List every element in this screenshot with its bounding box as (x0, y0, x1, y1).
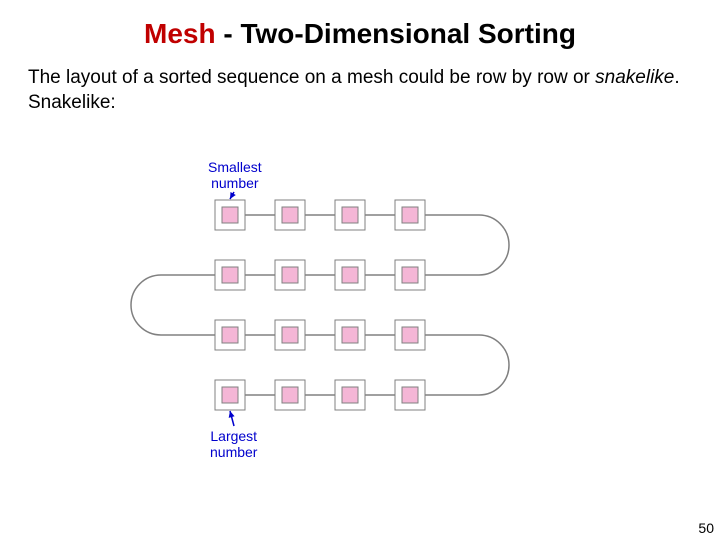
mesh-node-core (402, 207, 418, 223)
slide-body-text: The layout of a sorted sequence on a mes… (0, 50, 720, 115)
slide-title: Mesh - Two-Dimensional Sorting (0, 0, 720, 50)
body-pre: The layout of a sorted sequence on a mes… (28, 67, 595, 88)
mesh-node-core (342, 207, 358, 223)
mesh-node-core (402, 387, 418, 403)
mesh-node-core (402, 327, 418, 343)
title-mesh-word: Mesh (144, 18, 216, 49)
label-smallest: Smallest number (208, 159, 262, 191)
connector-curve (425, 215, 509, 275)
label-arrow-head (229, 411, 235, 418)
mesh-node (275, 320, 305, 350)
mesh-node (275, 260, 305, 290)
label-arrow-line (230, 411, 234, 426)
label-arrow-line (230, 192, 234, 199)
mesh-node-core (342, 327, 358, 343)
mesh-node (395, 380, 425, 410)
mesh-node-core (342, 267, 358, 283)
mesh-node (215, 380, 245, 410)
mesh-node-core (222, 207, 238, 223)
mesh-node-core (342, 387, 358, 403)
mesh-node-core (282, 327, 298, 343)
mesh-node (275, 380, 305, 410)
mesh-node (335, 260, 365, 290)
title-rest: - Two-Dimensional Sorting (216, 18, 576, 49)
mesh-node-core (282, 267, 298, 283)
body-italic-word: snakelike (595, 67, 674, 88)
page-number: 50 (698, 520, 714, 536)
mesh-node-core (402, 267, 418, 283)
mesh-node (215, 200, 245, 230)
mesh-node-core (222, 267, 238, 283)
mesh-node-core (282, 387, 298, 403)
mesh-node-core (282, 207, 298, 223)
mesh-node (335, 380, 365, 410)
mesh-node (395, 260, 425, 290)
arrows-group (229, 192, 236, 426)
label-largest: Largest number (210, 428, 257, 460)
mesh-node (335, 200, 365, 230)
mesh-node (215, 320, 245, 350)
label-arrow-head (230, 192, 236, 199)
mesh-node (395, 200, 425, 230)
mesh-node (395, 320, 425, 350)
mesh-node (335, 320, 365, 350)
connectors-group (131, 215, 509, 395)
connector-curve (131, 275, 215, 335)
mesh-node (215, 260, 245, 290)
connector-curve (425, 335, 509, 395)
mesh-node (275, 200, 305, 230)
mesh-node-core (222, 387, 238, 403)
mesh-node-core (222, 327, 238, 343)
nodes-group (215, 200, 425, 410)
